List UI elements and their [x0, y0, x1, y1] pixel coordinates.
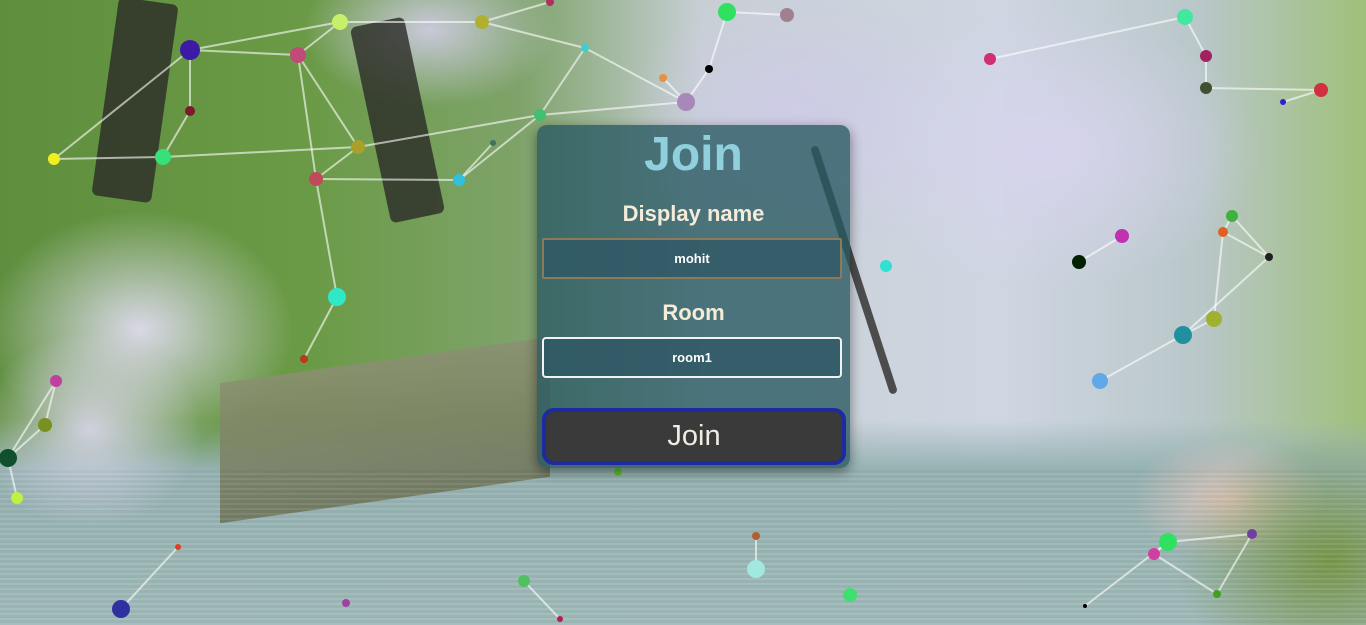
particle-dot [1213, 590, 1221, 598]
particle-dot [518, 575, 530, 587]
join-card: Join Display name Room Join [537, 125, 850, 468]
particle-link [189, 49, 299, 56]
particle-dot [984, 53, 996, 65]
particle-dot [752, 532, 760, 540]
particle-dot [880, 260, 892, 272]
particle-dot [185, 106, 195, 116]
particle-link [1167, 533, 1253, 543]
particle-link [315, 178, 460, 181]
particle-dot [534, 109, 546, 121]
display-name-input[interactable] [542, 238, 842, 279]
particle-dot [490, 140, 496, 146]
room-label: Room [662, 300, 725, 325]
join-title: Join [644, 128, 743, 181]
particle-dot [780, 8, 794, 22]
particle-dot [1115, 229, 1129, 243]
particle-link [315, 146, 359, 180]
particle-link [53, 49, 191, 160]
particle-dot [50, 375, 62, 387]
particle-dot [175, 544, 181, 550]
particle-dot [1072, 255, 1086, 269]
particle-link [1099, 334, 1184, 382]
particle-link [162, 146, 359, 158]
particle-dot [747, 560, 765, 578]
particle-link [481, 1, 551, 23]
particle-dot [1218, 227, 1228, 237]
particle-dot [1226, 210, 1238, 222]
particle-dot [1247, 529, 1257, 539]
particle-link [481, 21, 586, 49]
particle-link [1222, 231, 1270, 258]
particle-link [523, 580, 561, 620]
particle-link [1078, 235, 1123, 263]
particle-dot [328, 288, 346, 306]
particle-link [357, 114, 541, 148]
particle-dot [1314, 83, 1328, 97]
particle-link [1153, 553, 1218, 595]
particle-dot [342, 599, 350, 607]
particle-dot [1159, 533, 1177, 551]
particle-link [458, 114, 541, 181]
particle-dot [38, 418, 52, 432]
particle-link [458, 142, 494, 181]
particle-dot [1092, 373, 1108, 389]
particle-dot [1280, 99, 1286, 105]
particle-dot [1206, 311, 1222, 327]
particle-link [1216, 533, 1253, 595]
particle-dot [180, 40, 200, 60]
particle-link [162, 110, 191, 158]
particle-dot [112, 600, 130, 618]
particle-link [189, 21, 341, 51]
particle-dot [1177, 9, 1193, 25]
particle-link [120, 546, 179, 610]
particle-dot [557, 616, 563, 622]
particle-link [303, 296, 338, 360]
particle-dot [300, 355, 308, 363]
particle-dot [309, 172, 323, 186]
particle-dot [1265, 253, 1273, 261]
particle-dot [1200, 50, 1212, 62]
particle-dot [48, 153, 60, 165]
particle-link [539, 47, 586, 116]
particle-link [989, 16, 1186, 60]
particle-dot [1174, 326, 1192, 344]
particle-dot [11, 492, 23, 504]
particle-dot [332, 14, 348, 30]
particle-link [53, 156, 164, 160]
particle-dot [718, 3, 736, 21]
particle-dot [1148, 548, 1160, 560]
particle-dot [705, 65, 713, 73]
particle-link [297, 54, 359, 148]
particle-dot [659, 74, 667, 82]
particle-dot [677, 93, 695, 111]
particle-link [1231, 215, 1270, 258]
particle-link [1182, 256, 1270, 336]
particle-link [584, 47, 687, 103]
particle-dot [581, 44, 589, 52]
particle-dot [475, 15, 489, 29]
join-button[interactable]: Join [542, 408, 846, 465]
particle-dot [351, 140, 365, 154]
particle-link [539, 101, 687, 116]
particle-link [726, 11, 788, 16]
particle-dot [1083, 604, 1087, 608]
particle-link [1205, 87, 1322, 91]
particle-dot [1200, 82, 1212, 94]
particle-dot [546, 0, 554, 6]
particle-dot [453, 174, 465, 186]
particle-link [297, 21, 341, 56]
particle-dot [843, 588, 857, 602]
particle-dot [614, 468, 622, 476]
display-name-label: Display name [622, 201, 765, 226]
room-input[interactable] [542, 337, 842, 378]
particle-link [297, 54, 317, 180]
particle-link [315, 178, 338, 298]
particle-dot [155, 149, 171, 165]
particle-dot [290, 47, 306, 63]
